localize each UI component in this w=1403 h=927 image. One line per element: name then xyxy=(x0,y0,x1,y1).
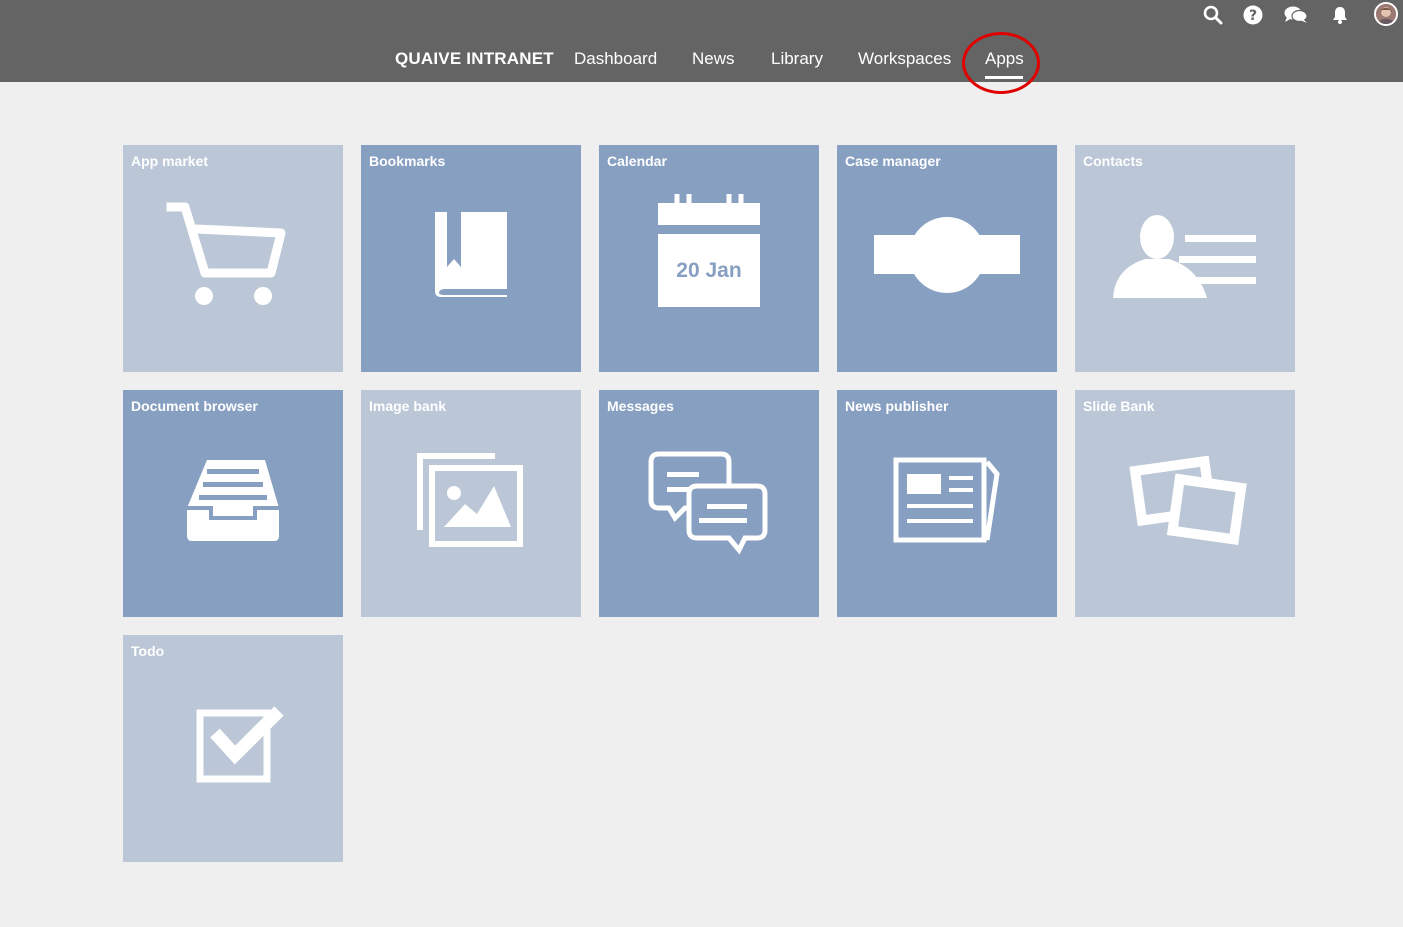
app-tile-image-bank[interactable]: Image bank xyxy=(361,390,581,617)
nav-item-apps[interactable]: Apps xyxy=(985,48,1024,70)
app-tile-contacts[interactable]: Contacts xyxy=(1075,145,1295,372)
search-icon[interactable] xyxy=(1201,3,1225,27)
nav-item-news[interactable]: News xyxy=(692,48,735,70)
nav-item-workspaces[interactable]: Workspaces xyxy=(858,48,951,70)
calendar-date-label: 20 Jan xyxy=(676,259,742,282)
nav-item-dashboard[interactable]: Dashboard xyxy=(574,48,657,70)
checkbox-icon xyxy=(196,706,284,783)
chat-bubbles-icon xyxy=(648,451,768,555)
help-icon[interactable]: ? xyxy=(1241,3,1265,27)
contact-card-icon xyxy=(1113,215,1256,298)
active-tab-indicator xyxy=(985,76,1023,79)
nav-brand[interactable]: QUAIVE INTRANET xyxy=(395,48,554,70)
app-tile-slide-bank[interactable]: Slide Bank xyxy=(1075,390,1295,617)
cart-icon xyxy=(166,202,286,305)
nav-item-library[interactable]: Library xyxy=(771,48,823,70)
app-tile-calendar[interactable]: Calendar 20 Jan xyxy=(599,145,819,372)
app-tile-bookmarks[interactable]: Bookmarks xyxy=(361,145,581,372)
newspaper-icon xyxy=(893,457,1000,543)
bookmark-book-icon xyxy=(435,212,507,297)
app-tile-case-manager[interactable]: Case manager xyxy=(837,145,1057,372)
bell-icon[interactable] xyxy=(1328,3,1352,27)
images-icon xyxy=(417,453,523,547)
app-tile-messages[interactable]: Messages xyxy=(599,390,819,617)
app-tile-app-market[interactable]: App market xyxy=(123,145,343,372)
main-nav: QUAIVE INTRANET Dashboard News Library W… xyxy=(0,0,1403,94)
file-tray-icon xyxy=(187,460,279,541)
avatar[interactable] xyxy=(1374,2,1398,26)
app-tile-document-browser[interactable]: Document browser xyxy=(123,390,343,617)
case-icon xyxy=(874,217,1020,293)
chat-icon[interactable] xyxy=(1284,3,1308,27)
top-bar: QUAIVE INTRANET Dashboard News Library W… xyxy=(0,0,1403,94)
svg-text:?: ? xyxy=(1249,8,1257,24)
app-tile-news-publisher[interactable]: News publisher xyxy=(837,390,1057,617)
app-tile-todo[interactable]: Todo xyxy=(123,635,343,862)
slides-icon xyxy=(1129,455,1247,545)
